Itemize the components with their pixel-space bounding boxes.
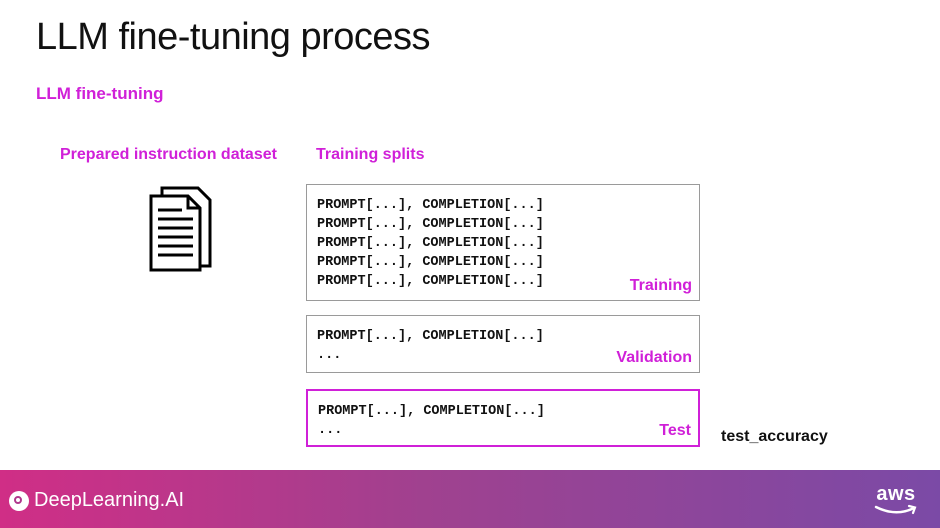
test-split-box: PROMPT[...], COMPLETION[...] ... Test: [306, 389, 700, 447]
footer-bar: DeepLearning.AI aws: [0, 470, 940, 528]
deeplearning-logo-icon: [9, 490, 29, 511]
brand: DeepLearning.AI: [9, 489, 184, 512]
validation-label: Validation: [616, 349, 692, 366]
aws-logo-icon: aws: [874, 484, 918, 516]
validation-row: PROMPT[...], COMPLETION[...]: [317, 329, 544, 344]
training-row: PROMPT[...], COMPLETION[...]: [317, 274, 544, 289]
training-label: Training: [629, 277, 692, 294]
training-row: PROMPT[...], COMPLETION[...]: [317, 198, 544, 213]
aws-smile-icon: [874, 504, 917, 515]
training-row: PROMPT[...], COMPLETION[...]: [317, 236, 544, 251]
training-rows: PROMPT[...], COMPLETION[...] PROMPT[...]…: [317, 196, 544, 291]
test-rows: PROMPT[...], COMPLETION[...] ...: [318, 402, 545, 440]
aws-logo-text: aws: [876, 483, 916, 505]
dataset-heading: Prepared instruction dataset: [60, 146, 277, 163]
validation-split-box: PROMPT[...], COMPLETION[...] ... Validat…: [306, 315, 700, 373]
documents-icon: [149, 186, 212, 272]
validation-row: ...: [317, 348, 342, 363]
page-title: LLM fine-tuning process: [36, 16, 431, 58]
test-label: Test: [659, 422, 691, 439]
splits-heading: Training splits: [316, 146, 425, 163]
test-accuracy-label: test_accuracy: [721, 428, 828, 445]
brand-name: DeepLearning.AI: [34, 489, 185, 511]
validation-rows: PROMPT[...], COMPLETION[...] ...: [317, 327, 544, 365]
test-row: PROMPT[...], COMPLETION[...]: [318, 404, 545, 419]
test-row: ...: [318, 423, 343, 438]
section-subtitle: LLM fine-tuning: [36, 84, 164, 103]
training-row: PROMPT[...], COMPLETION[...]: [317, 255, 544, 270]
training-split-box: PROMPT[...], COMPLETION[...] PROMPT[...]…: [306, 184, 700, 301]
training-row: PROMPT[...], COMPLETION[...]: [317, 217, 544, 232]
